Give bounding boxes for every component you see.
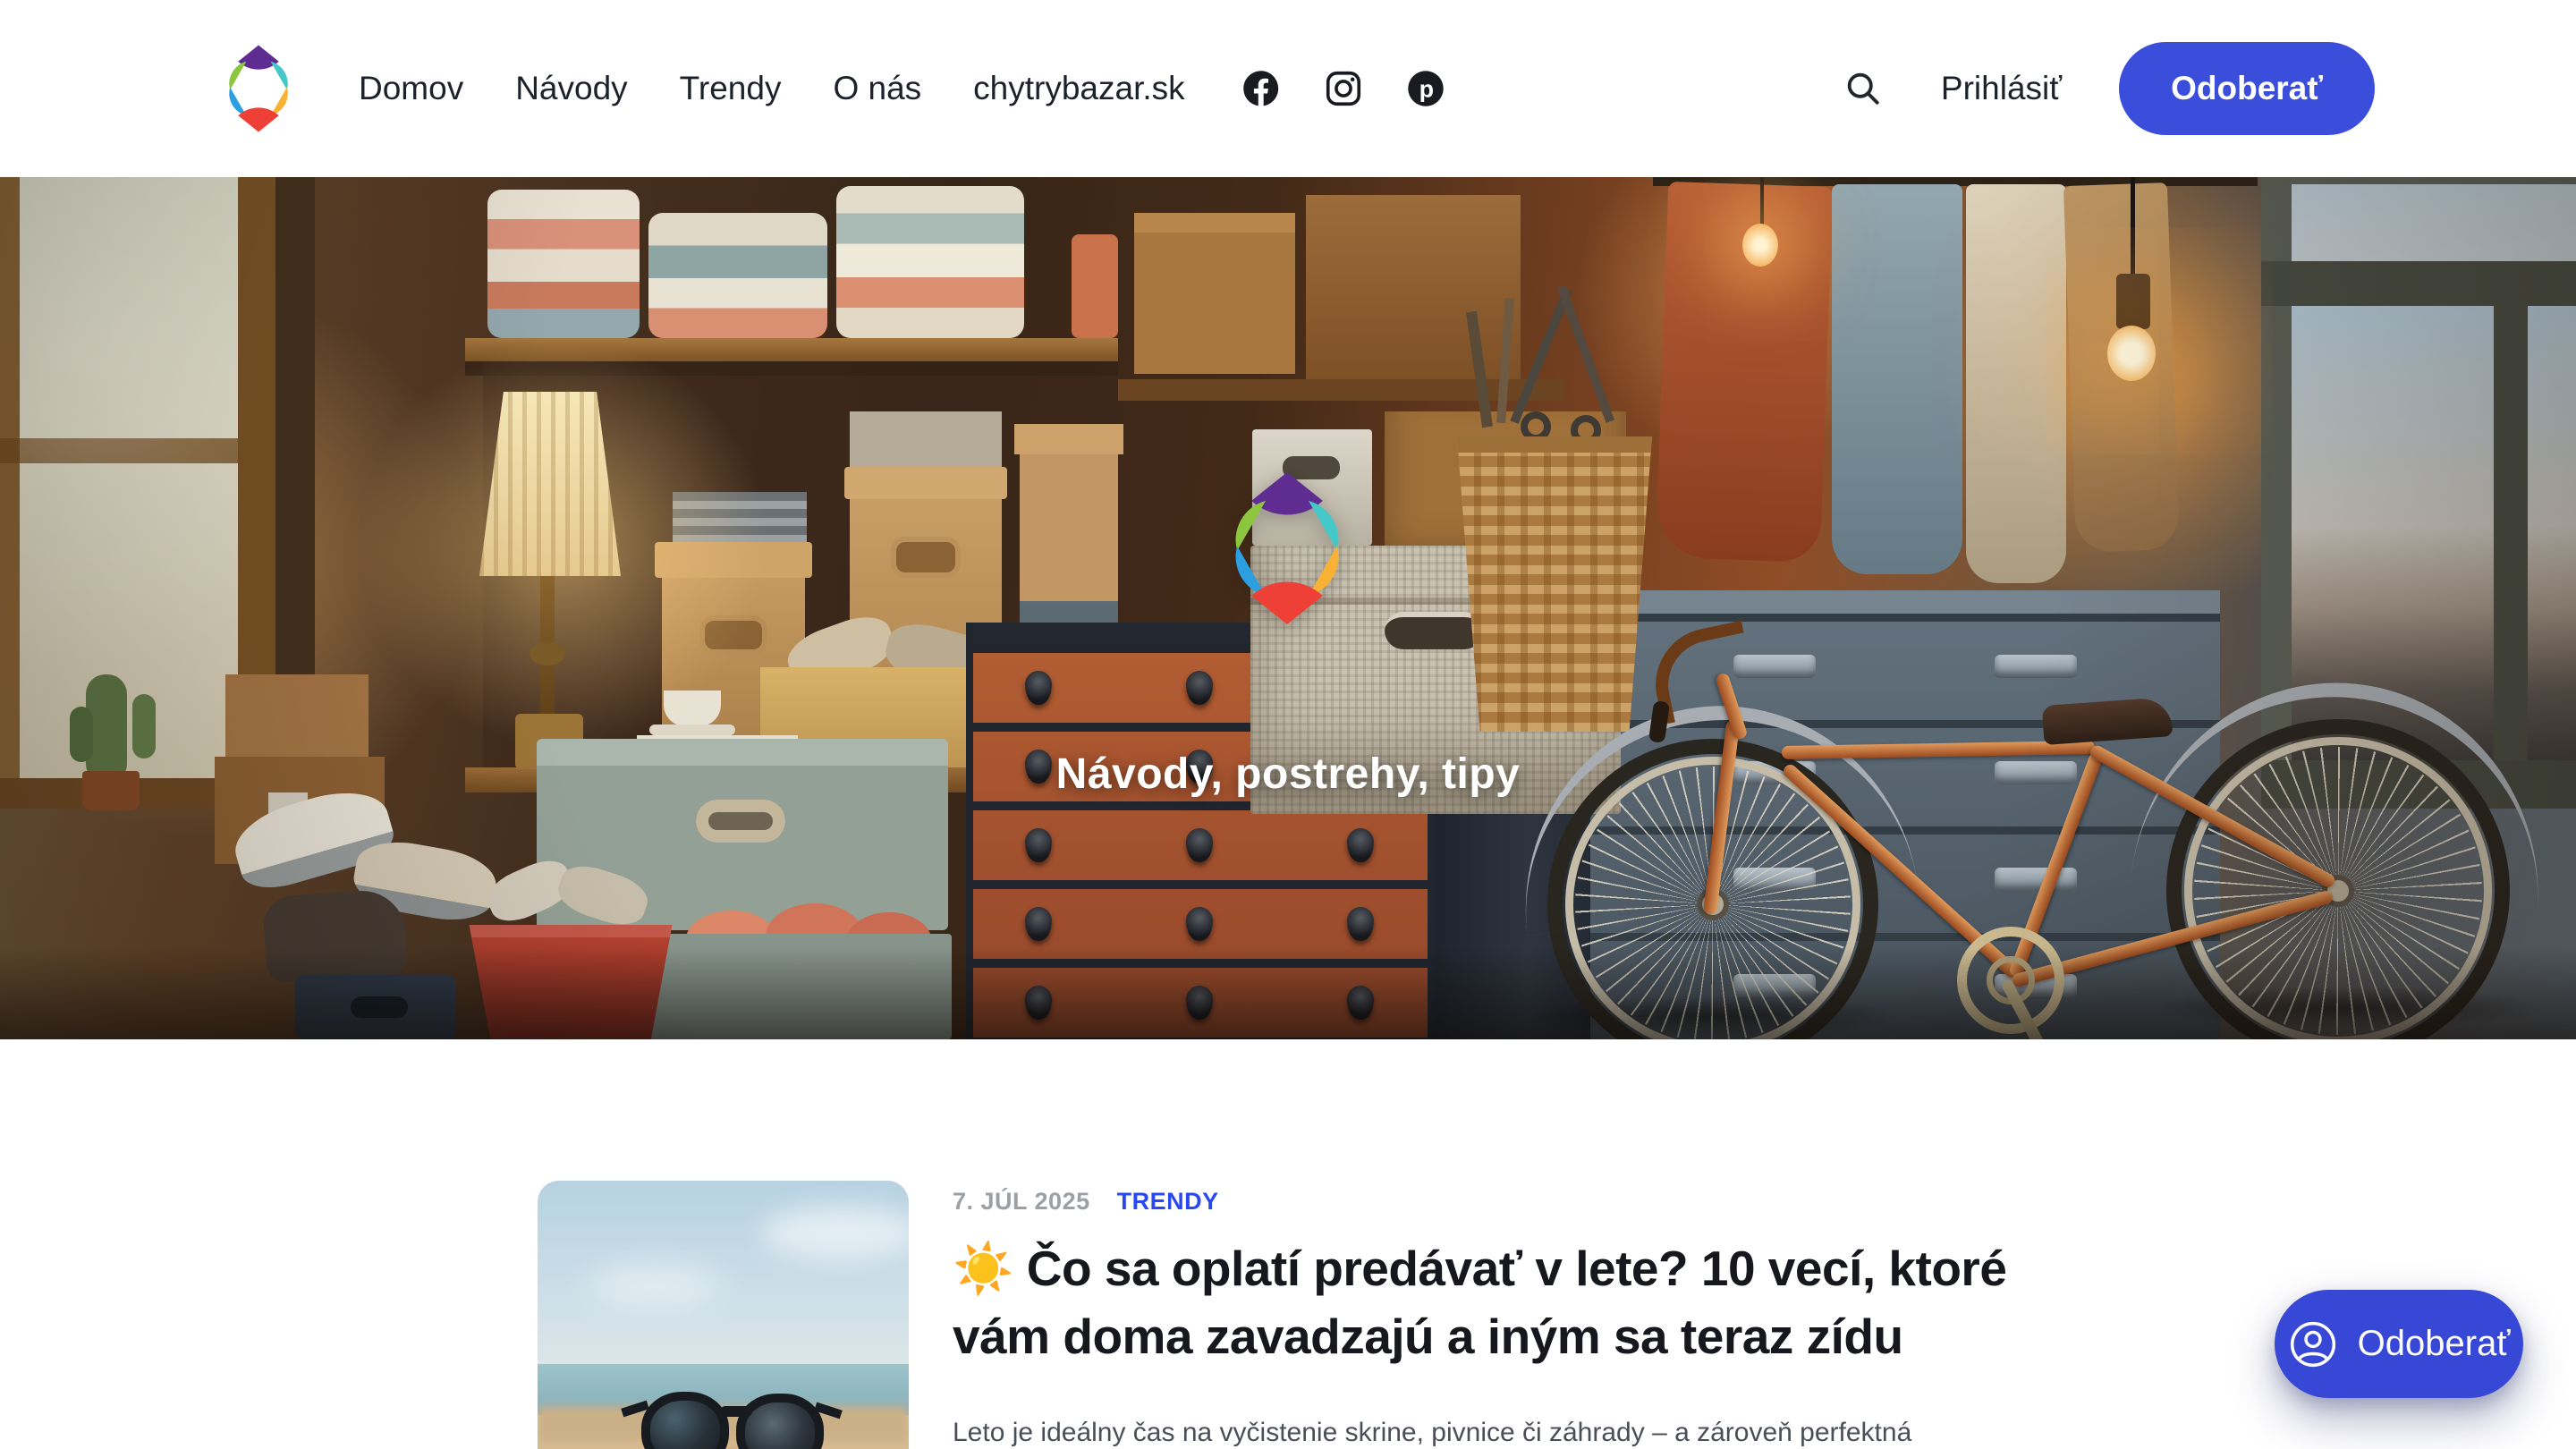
main-nav: Domov Návody Trendy O nás chytrybazar.sk	[359, 70, 1185, 107]
thumb-cloud	[588, 1263, 722, 1308]
facebook-icon[interactable]	[1241, 68, 1282, 109]
hero-logo	[1215, 465, 1360, 631]
nav-domov[interactable]: Domov	[359, 70, 463, 107]
header-actions: Prihlásiť Odoberať	[1843, 42, 2576, 135]
nav-o-nas[interactable]: O nás	[833, 70, 921, 107]
article-title[interactable]: ☀️ Čo sa oplatí predávať v lete? 10 vecí…	[953, 1234, 2106, 1370]
svg-text:p: p	[1419, 76, 1433, 103]
sunglasses-lens	[641, 1392, 729, 1449]
article-content: 7. JÚL 2025 TRENDY ☀️ Čo sa oplatí predá…	[953, 1181, 2106, 1449]
instagram-icon[interactable]	[1323, 68, 1364, 109]
article-category[interactable]: TRENDY	[1117, 1188, 1219, 1216]
floating-subscribe-button[interactable]: Odoberať	[2275, 1290, 2523, 1398]
header: Domov Návody Trendy O nás chytrybazar.sk…	[0, 0, 2576, 177]
article-meta: 7. JÚL 2025 TRENDY	[953, 1188, 2106, 1216]
nav-navody[interactable]: Návody	[515, 70, 627, 107]
site-logo[interactable]	[217, 41, 300, 136]
sun-emoji-icon: ☀️	[953, 1241, 1027, 1296]
article-thumbnail[interactable]	[538, 1181, 909, 1449]
hero-image: Návody, postrehy, tipy	[0, 177, 2576, 1039]
floating-subscribe-label: Odoberať	[2358, 1324, 2511, 1364]
hero-tagline: Návody, postrehy, tipy	[0, 750, 2576, 799]
page: Domov Návody Trendy O nás chytrybazar.sk…	[0, 0, 2576, 1449]
sunglasses-bridge	[720, 1406, 752, 1417]
article-card: 7. JÚL 2025 TRENDY ☀️ Čo sa oplatí predá…	[538, 1181, 2106, 1449]
subscribe-button[interactable]: Odoberať	[2119, 42, 2375, 135]
article-date: 7. JÚL 2025	[953, 1188, 1090, 1216]
login-link[interactable]: Prihlásiť	[1941, 70, 2062, 107]
thumb-cloud	[761, 1206, 909, 1259]
nav-chytrybazar[interactable]: chytrybazar.sk	[973, 70, 1184, 107]
social-links: p	[1241, 68, 1446, 109]
search-icon[interactable]	[1843, 68, 1884, 109]
article-excerpt: Leto je ideálny čas na vyčistenie skrine…	[953, 1411, 2106, 1449]
pinterest-icon[interactable]: p	[1405, 68, 1446, 109]
nav-trendy[interactable]: Trendy	[680, 70, 782, 107]
article-title-text: Čo sa oplatí predávať v lete? 10 vecí, k…	[953, 1241, 2006, 1364]
user-circle-icon	[2288, 1319, 2338, 1369]
